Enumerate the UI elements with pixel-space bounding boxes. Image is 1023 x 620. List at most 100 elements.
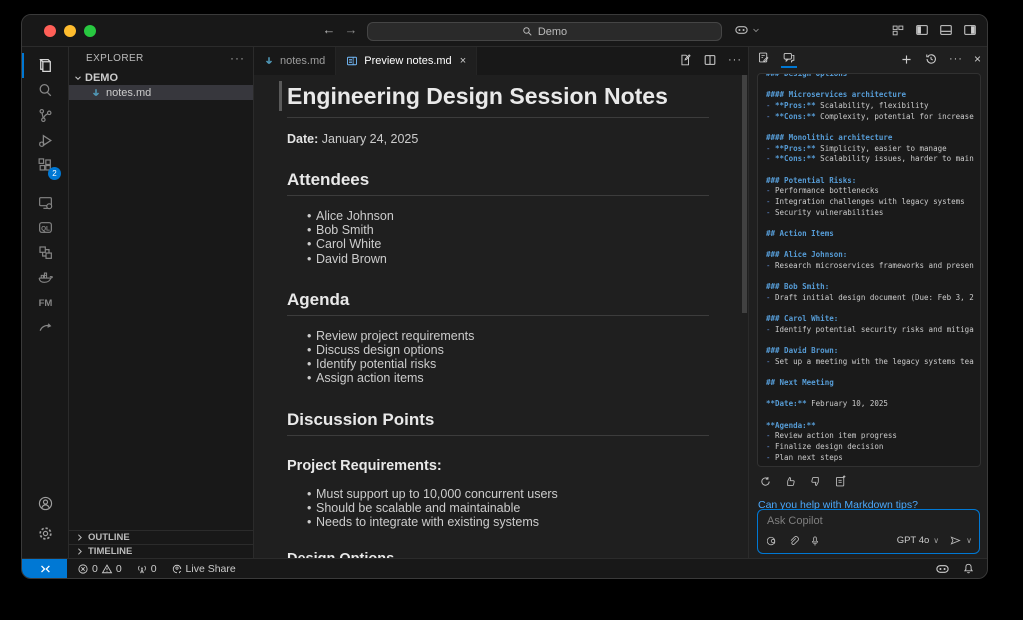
- thumbs-up-icon[interactable]: [784, 475, 797, 488]
- close-window-button[interactable]: [44, 25, 56, 37]
- problems-indicator[interactable]: 0 0: [77, 563, 122, 575]
- folder-label: DEMO: [85, 72, 118, 84]
- code-line: ## Next Meeting: [766, 378, 972, 389]
- chat-session-tab[interactable]: [757, 51, 770, 68]
- chevron-right-icon: [75, 547, 84, 556]
- microphone-icon[interactable]: [809, 535, 821, 547]
- chat-more-icon[interactable]: ···: [949, 53, 963, 65]
- split-editor-icon[interactable]: [703, 53, 717, 67]
- code-line: - Security vulnerabilities: [766, 208, 972, 219]
- activitybar-run-debug[interactable]: [22, 128, 69, 153]
- copilot-menu-button[interactable]: [734, 22, 760, 37]
- activitybar-docker[interactable]: [22, 265, 69, 290]
- activitybar-extensions[interactable]: 2: [22, 153, 69, 178]
- chat-code-block[interactable]: ### Design Options #### Microservices ar…: [757, 73, 981, 467]
- activitybar-settings[interactable]: [22, 521, 69, 546]
- activitybar-containers[interactable]: [22, 240, 69, 265]
- send-chevron-icon[interactable]: ∨: [966, 536, 972, 545]
- history-icon[interactable]: [924, 52, 938, 66]
- activitybar-search[interactable]: [22, 78, 69, 103]
- open-source-icon[interactable]: [678, 53, 692, 67]
- md-list-item: Discuss design options: [287, 343, 709, 357]
- code-line: ### Bob Smith:: [766, 282, 972, 293]
- activitybar-explorer[interactable]: [22, 53, 69, 78]
- chevron-down-icon: [73, 73, 83, 83]
- activitybar-source-control[interactable]: [22, 103, 69, 128]
- tab-bar: notes.md Preview notes.md ×: [254, 47, 748, 75]
- tab-notes-md[interactable]: notes.md: [254, 47, 336, 75]
- desktop-background: ← → Demo 2: [0, 0, 1023, 620]
- remote-indicator[interactable]: [22, 559, 67, 578]
- code-line: - Review action item progress: [766, 431, 972, 442]
- code-line: **Date:** February 10, 2025: [766, 399, 972, 410]
- editor-scrollbar[interactable]: [742, 75, 747, 313]
- code-line: - **Pros:** Scalability, flexibility: [766, 101, 972, 112]
- md-h1: Engineering Design Session Notes: [287, 79, 709, 118]
- fm-logo-icon: FM: [37, 294, 54, 311]
- codeql-icon: QL: [37, 219, 54, 236]
- toggle-primary-sidebar-icon[interactable]: [915, 23, 929, 37]
- attach-icon[interactable]: [788, 535, 800, 547]
- outline-section[interactable]: OUTLINE: [69, 530, 253, 544]
- activitybar-share[interactable]: [22, 315, 69, 340]
- zoom-window-button[interactable]: [84, 25, 96, 37]
- activitybar-fm[interactable]: FM: [22, 290, 69, 315]
- activitybar-accounts[interactable]: [22, 491, 69, 516]
- timeline-section[interactable]: TIMELINE: [69, 544, 253, 558]
- ports-indicator[interactable]: 0: [136, 563, 157, 575]
- folder-row-demo[interactable]: DEMO: [69, 70, 253, 85]
- code-line: - Research microservices frameworks and …: [766, 261, 972, 272]
- chevron-right-icon: [75, 533, 84, 542]
- sidebar-more-actions[interactable]: ···: [230, 51, 245, 65]
- new-chat-icon[interactable]: [900, 53, 913, 66]
- markdown-preview-pane[interactable]: Engineering Design Session Notes Date: Ja…: [254, 75, 748, 558]
- toggle-secondary-sidebar-icon[interactable]: [963, 23, 977, 37]
- code-line: [766, 303, 972, 314]
- md-list: Alice JohnsonBob SmithCarol WhiteDavid B…: [287, 209, 709, 266]
- chat-input-box[interactable]: GPT 4o ∨ ∨: [757, 509, 980, 554]
- customize-layout-icon[interactable]: [891, 23, 905, 37]
- copilot-icon: [734, 22, 749, 37]
- command-center-search[interactable]: Demo: [367, 22, 722, 41]
- code-line: ### Design Options: [766, 73, 972, 80]
- md-h3: Design Options: [287, 551, 709, 558]
- model-picker[interactable]: GPT 4o: [897, 535, 930, 546]
- tab-preview-notes-md[interactable]: Preview notes.md ×: [336, 47, 477, 75]
- more-actions-icon[interactable]: ···: [728, 54, 742, 66]
- code-line: ### Alice Johnson:: [766, 250, 972, 261]
- code-line: [766, 271, 972, 282]
- md-list-item: Bob Smith: [287, 223, 709, 237]
- insert-into-file-icon[interactable]: [834, 475, 847, 488]
- remote-icon: [38, 562, 52, 576]
- code-line: - Identify potential security risks and …: [766, 325, 972, 336]
- radio-tower-icon: [136, 563, 148, 575]
- chat-view-tab[interactable]: [782, 51, 796, 68]
- debug-icon: [37, 132, 54, 149]
- activitybar-codeql[interactable]: QL: [22, 215, 69, 240]
- code-line: - Finalize design decision: [766, 442, 972, 453]
- error-icon: [77, 563, 89, 575]
- back-button[interactable]: ←: [320, 22, 338, 37]
- chat-input-field[interactable]: [767, 515, 927, 527]
- live-share-button[interactable]: Live Share: [171, 563, 236, 575]
- live-share-icon: [171, 563, 183, 575]
- activitybar-remote-explorer[interactable]: [22, 190, 69, 215]
- close-tab-icon[interactable]: ×: [460, 55, 466, 67]
- warning-count: 0: [116, 563, 122, 575]
- code-line: - **Pros:** Simplicity, easier to manage: [766, 144, 972, 155]
- forward-button[interactable]: →: [342, 22, 360, 37]
- minimize-window-button[interactable]: [64, 25, 76, 37]
- toggle-panel-icon[interactable]: [939, 23, 953, 37]
- markdown-file-icon: [91, 88, 101, 98]
- code-line: [766, 165, 972, 176]
- retry-icon[interactable]: [759, 475, 772, 488]
- send-icon[interactable]: [949, 534, 962, 547]
- notifications-bell-icon[interactable]: [962, 562, 975, 575]
- mention-icon[interactable]: [767, 535, 779, 547]
- file-row-notes-md[interactable]: notes.md: [69, 85, 253, 100]
- close-panel-icon[interactable]: ×: [974, 52, 981, 66]
- copilot-status-icon[interactable]: [935, 561, 950, 576]
- model-chevron-icon[interactable]: ∨: [933, 536, 939, 545]
- md-meta: Date: January 24, 2025: [287, 132, 709, 146]
- thumbs-down-icon[interactable]: [809, 475, 822, 488]
